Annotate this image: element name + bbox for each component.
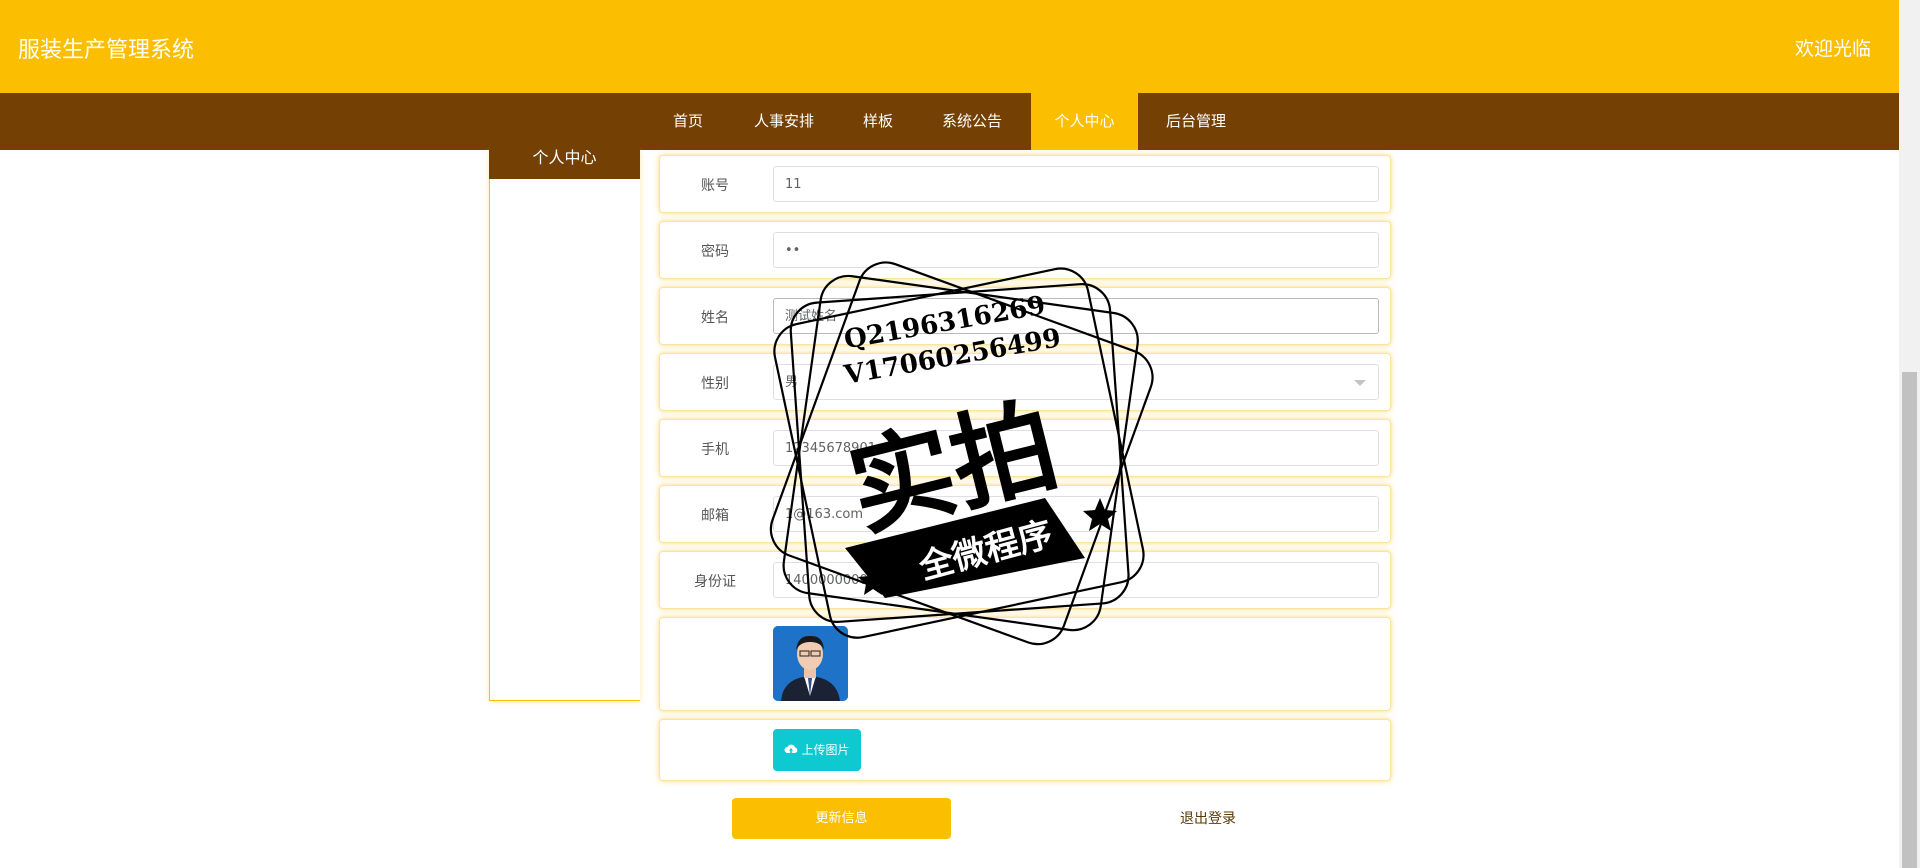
nav-personnel[interactable]: 人事安排 [740,93,828,150]
password-input[interactable]: •• [773,232,1379,268]
id-card-input[interactable]: 140000000000000000 [773,562,1379,598]
upload-button-label: 上传图片 [801,743,850,757]
update-info-button[interactable]: 更新信息 [732,798,951,839]
app-title: 服装生产管理系统 [18,38,195,63]
form-row-email: 邮箱 1@163.com [659,485,1391,543]
form-row-phone: 手机 12345678901 [659,419,1391,477]
sidebar-panel [489,150,640,701]
avatar-photo-image [773,626,848,701]
welcome-text: 欢迎光临 [1794,38,1871,60]
gender-select[interactable]: 男 [773,364,1379,400]
password-label: 密码 [701,244,729,260]
form-row-gender: 性别 男 [659,353,1391,411]
nav-home[interactable]: 首页 [656,93,720,150]
gender-label: 性别 [701,376,729,392]
upload-image-button[interactable]: 上传图片 [773,729,861,771]
form-row-id-card: 身份证 140000000000000000 [659,551,1391,609]
phone-label: 手机 [701,442,729,458]
top-header: 服装生产管理系统 欢迎光临 [0,0,1899,93]
nav-announcements[interactable]: 系统公告 [928,93,1016,150]
id-card-label: 身份证 [694,574,736,590]
nav-personal-center[interactable]: 个人中心 [1031,93,1138,150]
account-label: 账号 [701,178,729,194]
name-label: 姓名 [701,310,729,326]
main-nav: 首页 人事安排 样板 系统公告 个人中心 后台管理 [0,93,1899,150]
form-row-password: 密码 •• [659,221,1391,279]
logout-link[interactable]: 退出登录 [1180,808,1236,828]
form-row-name: 姓名 测试姓名 [659,287,1391,345]
email-label: 邮箱 [701,508,729,524]
gender-value: 男 [785,375,799,390]
phone-input[interactable]: 12345678901 [773,430,1379,466]
name-input[interactable]: 测试姓名 [773,298,1379,334]
avatar [773,626,848,701]
email-input[interactable]: 1@163.com [773,496,1379,532]
scrollbar-thumb[interactable] [1902,372,1917,868]
nav-admin[interactable]: 后台管理 [1150,93,1242,150]
form-row-upload: 上传图片 [659,719,1391,781]
sidebar-title: 个人中心 [489,143,640,179]
form-row-account: 账号 11 [659,155,1391,213]
cloud-upload-icon [784,730,798,772]
form-row-photo [659,617,1391,711]
nav-samples[interactable]: 样板 [848,93,908,150]
chevron-down-icon [1354,380,1366,386]
account-input[interactable]: 11 [773,166,1379,202]
